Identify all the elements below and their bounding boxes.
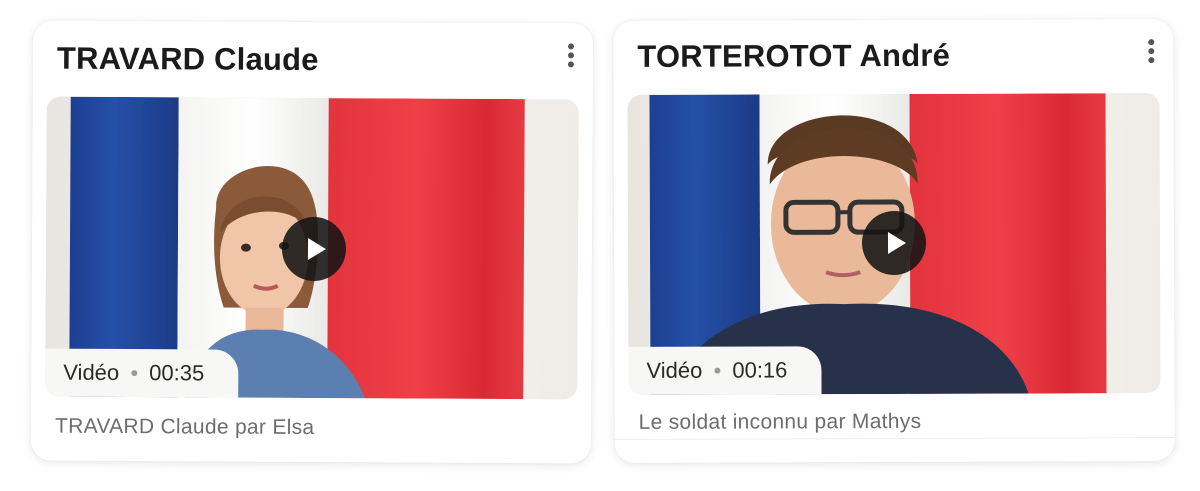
video-card[interactable]: TORTEROTOT André Vidéo 00:16 Le soldat i…: [613, 19, 1175, 463]
more-vertical-icon: [567, 43, 575, 68]
more-options-button[interactable]: [1143, 37, 1159, 67]
video-duration: 00:16: [732, 357, 788, 383]
video-duration: 00:35: [149, 360, 205, 386]
video-thumbnail[interactable]: Vidéo 00:35: [45, 96, 579, 400]
play-button[interactable]: [281, 216, 347, 282]
card-title: TRAVARD Claude: [56, 40, 319, 78]
video-thumbnail[interactable]: Vidéo 00:16: [627, 93, 1161, 395]
card-title: TORTEROTOT André: [637, 37, 951, 74]
separator-dot: [131, 370, 138, 377]
video-caption: TRAVARD Claude par Elsa: [54, 414, 315, 440]
video-caption: Le soldat inconnu par Mathys: [638, 409, 922, 434]
card-divider: [614, 437, 1175, 440]
play-button[interactable]: [861, 210, 927, 276]
play-icon: [307, 237, 326, 260]
media-type-label: Vidéo: [63, 359, 120, 385]
separator-dot: [714, 367, 721, 374]
more-options-button[interactable]: [563, 41, 579, 71]
video-badge: Vidéo 00:35: [45, 348, 239, 398]
media-type-label: Vidéo: [646, 357, 703, 383]
video-badge: Vidéo 00:16: [628, 346, 822, 395]
play-icon: [887, 232, 907, 255]
video-card[interactable]: TRAVARD Claude Vidéo 00:35 TRAVARD Claud…: [30, 20, 594, 464]
more-vertical-icon: [1148, 39, 1155, 64]
